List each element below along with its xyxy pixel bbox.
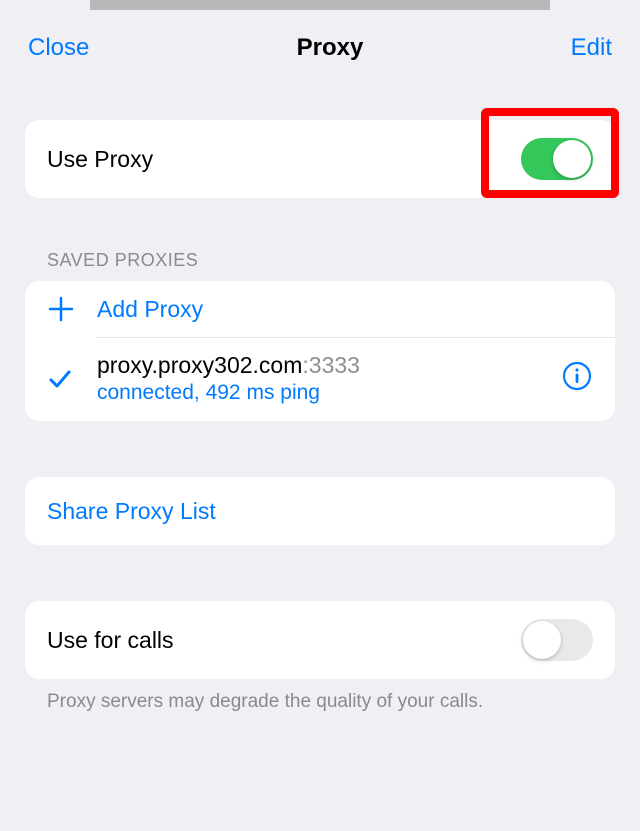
proxy-status: connected, 492 ms ping [97,381,551,405]
share-proxy-list-button[interactable]: Share Proxy List [25,477,615,545]
proxy-text: proxy.proxy302.com:3333 connected, 492 m… [97,352,561,405]
use-proxy-row: Use Proxy [25,120,615,198]
info-icon[interactable] [561,360,593,397]
edit-button[interactable]: Edit [571,34,612,62]
close-button[interactable]: Close [28,34,89,62]
plus-icon [47,295,97,323]
share-proxy-list-label: Share Proxy List [47,498,216,525]
use-proxy-toggle[interactable] [521,138,593,180]
proxy-host: proxy.proxy302.com [97,352,302,378]
proxy-port: :3333 [302,352,360,378]
use-proxy-card: Use Proxy [25,120,615,198]
proxy-address: proxy.proxy302.com:3333 [97,352,551,379]
add-proxy-label: Add Proxy [97,296,203,323]
proxy-item[interactable]: proxy.proxy302.com:3333 connected, 492 m… [25,338,615,421]
use-for-calls-toggle[interactable] [521,619,593,661]
use-proxy-section: Use Proxy [25,120,615,198]
sheet-top-shadow [90,0,550,10]
add-proxy-row[interactable]: Add Proxy [25,281,615,337]
saved-proxies-card: Add Proxy proxy.proxy302.com:3333 connec… [25,281,615,421]
share-card: Share Proxy List [25,477,615,545]
calls-section: Use for calls Proxy servers may degrade … [25,601,615,713]
toggle-knob [553,140,591,178]
use-for-calls-row: Use for calls [25,601,615,679]
share-section: Share Proxy List [25,477,615,545]
checkmark-icon [47,366,97,392]
use-proxy-label: Use Proxy [47,146,521,173]
saved-proxies-header: SAVED PROXIES [25,250,615,281]
navbar: Close Proxy Edit [0,10,640,78]
page-title: Proxy [297,34,364,62]
toggle-knob [523,621,561,659]
use-for-calls-label: Use for calls [47,627,521,654]
saved-proxies-section: SAVED PROXIES Add Proxy proxy.proxy302.c… [25,250,615,421]
calls-card: Use for calls [25,601,615,679]
calls-footer-note: Proxy servers may degrade the quality of… [25,679,615,713]
